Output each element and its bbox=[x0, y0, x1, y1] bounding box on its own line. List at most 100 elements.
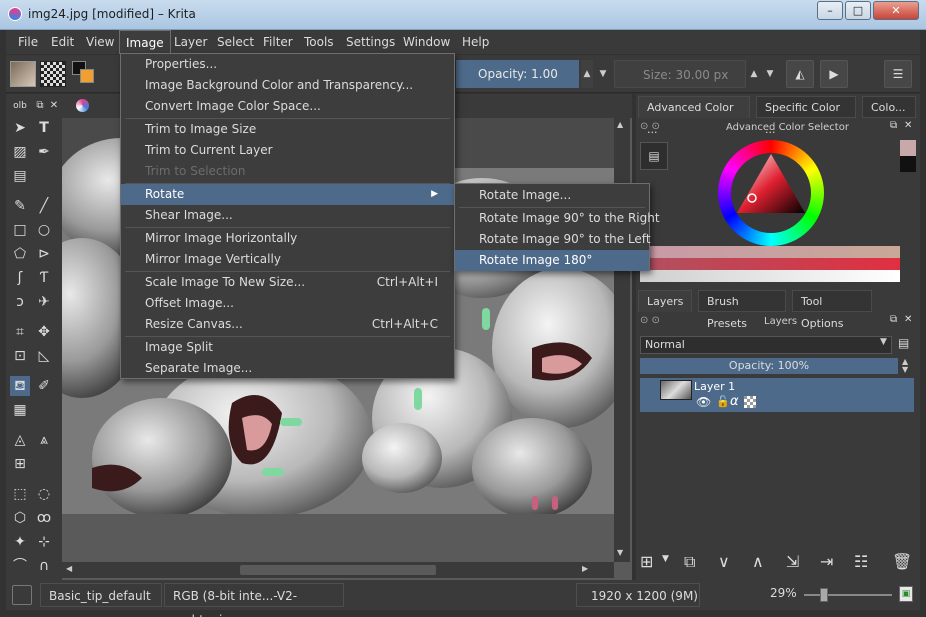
float-icon[interactable]: ⧉ bbox=[890, 314, 897, 325]
menu-item-rotate-image[interactable]: Rotate Image... bbox=[455, 185, 649, 206]
opacity-slider[interactable]: Opacity: 1.00 bbox=[456, 60, 579, 88]
layer-name[interactable]: Layer 1 bbox=[694, 380, 735, 393]
similar-select-icon[interactable]: ⊹ bbox=[34, 532, 54, 552]
move-tool-icon[interactable]: ✥ bbox=[34, 322, 54, 342]
delete-layer-icon[interactable]: 🗑 bbox=[892, 552, 912, 571]
crop-tool-icon[interactable]: ⌗ bbox=[10, 322, 30, 342]
chevron-down-icon[interactable]: ▼ bbox=[764, 60, 776, 88]
docker-lock-icon[interactable]: ⊙ ⊙ bbox=[640, 315, 660, 326]
scroll-right-icon[interactable]: ▶ bbox=[582, 564, 588, 573]
close-icon[interactable]: ✕ bbox=[904, 314, 912, 325]
chevron-down-icon[interactable]: ▼ bbox=[597, 60, 609, 88]
menu-item-rotate-90-left[interactable]: Rotate Image 90° to the Left bbox=[455, 229, 651, 250]
fill-tool-icon[interactable]: ⛾ bbox=[10, 376, 30, 396]
menu-item-shear[interactable]: Shear Image... bbox=[121, 205, 454, 226]
menu-item-convert-color-space[interactable]: Convert Image Color Space... bbox=[121, 96, 454, 117]
recent-color-swatch[interactable] bbox=[900, 156, 916, 172]
menu-view[interactable]: View bbox=[80, 30, 120, 54]
calligraphy-icon[interactable]: ✒ bbox=[34, 142, 54, 162]
docker-lock-icon[interactable]: ⊙ ⊙ bbox=[640, 121, 660, 132]
saturation-strip[interactable] bbox=[640, 258, 900, 270]
menu-file[interactable]: File bbox=[12, 30, 44, 54]
perspective-grid-icon[interactable]: ⩓ bbox=[34, 430, 54, 450]
scroll-up-icon[interactable]: ▲ bbox=[617, 120, 623, 129]
close-button[interactable]: ✕ bbox=[873, 1, 919, 20]
menu-select[interactable]: Select bbox=[211, 30, 260, 54]
ellipse-tool-icon[interactable]: ○ bbox=[34, 220, 54, 240]
gradient-edit-icon[interactable]: ▤ bbox=[10, 166, 30, 186]
select-shapes-icon[interactable]: ➤ bbox=[10, 118, 30, 138]
bezier-tool-icon[interactable]: ʃ bbox=[10, 268, 30, 288]
chevron-down-icon[interactable]: ▼ bbox=[662, 554, 669, 564]
tab-specific-color[interactable]: Specific Color ... bbox=[756, 96, 856, 136]
background-color-swatch[interactable] bbox=[80, 69, 94, 83]
duplicate-layer-icon[interactable]: ⧉ bbox=[684, 552, 695, 572]
freehand-path-icon[interactable]: Ƭ bbox=[34, 268, 54, 288]
menu-item-offset-image[interactable]: Offset Image... bbox=[121, 293, 454, 314]
document-tab-icon[interactable] bbox=[76, 99, 89, 112]
merge-down-icon[interactable]: ⇲ bbox=[786, 552, 799, 571]
layer-lock-icon[interactable]: 🔓 bbox=[716, 395, 730, 408]
move-layer-down-icon[interactable]: ∨ bbox=[718, 552, 730, 571]
line-tool-icon[interactable]: ╱ bbox=[34, 196, 54, 216]
menu-item-trim-image-size[interactable]: Trim to Image Size bbox=[121, 119, 454, 140]
menu-tools[interactable]: Tools bbox=[298, 30, 340, 54]
mirror-vertical-icon[interactable]: ▶ bbox=[820, 60, 848, 88]
mirror-horizontal-icon[interactable]: ◭ bbox=[786, 60, 814, 88]
blend-mode-select[interactable]: Normal bbox=[640, 336, 892, 354]
opacity-spin-icon[interactable]: ▲ ▼ bbox=[902, 358, 908, 374]
tab-advanced-color[interactable]: Advanced Color ... bbox=[638, 96, 750, 136]
freehand-brush-icon[interactable]: ✎ bbox=[10, 196, 30, 216]
recent-color-swatch[interactable] bbox=[900, 140, 916, 156]
opacity-spin-icon[interactable]: ▲ bbox=[581, 60, 593, 88]
layer-opacity-slider[interactable]: Opacity: 100% bbox=[640, 358, 898, 374]
tab-color-more[interactable]: Colo... bbox=[862, 96, 916, 118]
menu-window[interactable]: Window bbox=[397, 30, 456, 54]
brush-preview-icon[interactable] bbox=[12, 585, 32, 605]
tab-layers[interactable]: Layers bbox=[638, 290, 692, 312]
grid-tool-icon[interactable]: ⊞ bbox=[10, 454, 30, 474]
tab-brush-presets[interactable]: Brush Presets bbox=[698, 290, 786, 330]
scroll-left-icon[interactable]: ◀ bbox=[66, 564, 72, 573]
freehand-select-icon[interactable]: ꝏ bbox=[34, 508, 54, 528]
zoom-slider-handle[interactable] bbox=[820, 588, 828, 602]
ellipse-select-icon[interactable]: ◌ bbox=[34, 484, 54, 504]
dynamic-brush-icon[interactable]: ↄ bbox=[10, 292, 30, 312]
menu-settings[interactable]: Settings bbox=[340, 30, 401, 54]
menu-item-mirror-horizontal[interactable]: Mirror Image Horizontally bbox=[121, 228, 454, 249]
color-picker-icon[interactable]: ✐ bbox=[34, 376, 54, 396]
menu-item-rotate[interactable]: Rotate ▶ bbox=[121, 184, 454, 205]
menu-item-background-color[interactable]: Image Background Color and Transparency.… bbox=[121, 75, 454, 96]
menu-filter[interactable]: Filter bbox=[257, 30, 299, 54]
brush-size-slider[interactable]: Size: 30.00 px bbox=[614, 60, 746, 88]
menu-item-resize-canvas[interactable]: Resize Canvas... Ctrl+Alt+C bbox=[121, 314, 454, 335]
menu-edit[interactable]: Edit bbox=[45, 30, 80, 54]
canvas-only-icon[interactable]: ▣ bbox=[899, 586, 913, 602]
multibrush-icon[interactable]: ✈ bbox=[34, 292, 54, 312]
magnetic-select-icon[interactable]: ∩ bbox=[34, 556, 54, 576]
menu-help[interactable]: Help bbox=[456, 30, 495, 54]
value-strip[interactable] bbox=[640, 270, 900, 282]
zoom-slider[interactable] bbox=[804, 594, 892, 596]
magic-wand-icon[interactable]: ✦ bbox=[10, 532, 30, 552]
brush-preset-button[interactable] bbox=[10, 61, 36, 87]
tab-tool-options[interactable]: Tool Options bbox=[792, 290, 872, 330]
menu-item-image-split[interactable]: Image Split bbox=[121, 337, 454, 358]
transform-tool-icon[interactable]: ⊡ bbox=[10, 346, 30, 366]
menu-item-mirror-vertical[interactable]: Mirror Image Vertically bbox=[121, 249, 454, 270]
layer-properties-icon[interactable]: ☷ bbox=[854, 552, 868, 571]
pattern-button[interactable] bbox=[40, 61, 66, 87]
float-icon[interactable]: ⧉ bbox=[890, 120, 897, 131]
gradient-tool-icon[interactable]: ▦ bbox=[10, 400, 30, 420]
text-tool-icon[interactable]: T bbox=[34, 118, 54, 138]
scroll-down-icon[interactable]: ▼ bbox=[617, 548, 623, 557]
menu-item-scale-image[interactable]: Scale Image To New Size... Ctrl+Alt+I bbox=[121, 272, 454, 293]
color-strip[interactable] bbox=[640, 246, 900, 258]
horizontal-scrollbar[interactable]: ◀ ▶ bbox=[62, 562, 614, 578]
layer-visibility-icon[interactable]: 👁 bbox=[696, 395, 714, 409]
move-layer-up-icon[interactable]: ∧ bbox=[752, 552, 764, 571]
add-layer-icon[interactable]: ⊞ bbox=[640, 552, 653, 571]
menu-layer[interactable]: Layer bbox=[168, 30, 213, 54]
close-icon[interactable]: ✕ bbox=[44, 96, 64, 116]
rect-select-icon[interactable]: ⬚ bbox=[10, 484, 30, 504]
